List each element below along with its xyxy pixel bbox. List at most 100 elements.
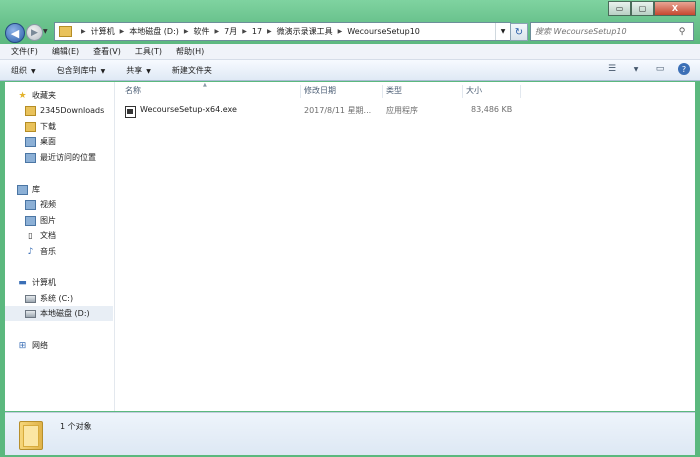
breadcrumb-item[interactable]: 软件 <box>194 26 210 37</box>
search-icon[interactable]: ⚲ <box>675 25 689 39</box>
drive-icon <box>25 309 36 319</box>
breadcrumb-separator-icon[interactable]: ▶ <box>184 28 189 35</box>
sidebar-label: 库 <box>32 185 40 194</box>
breadcrumb-item[interactable]: 微演示录课工具 <box>277 26 333 37</box>
organize-label: 组织 <box>11 65 27 75</box>
breadcrumb-separator-icon[interactable]: ▶ <box>81 28 86 35</box>
title-bar: ▭ ▢ X <box>0 0 700 20</box>
view-options-icon[interactable]: ☰ <box>606 63 618 75</box>
breadcrumb-item[interactable]: 本地磁盘 (D:) <box>129 26 179 37</box>
column-divider[interactable] <box>462 85 463 98</box>
sidebar-item-music[interactable]: ♪ 音乐 <box>25 244 133 259</box>
details-pane: 1 个对象 <box>5 412 695 455</box>
document-icon: ▯ <box>28 231 33 240</box>
sidebar-item-recent-places[interactable]: 最近访问的位置 <box>25 150 133 165</box>
view-dropdown-icon[interactable]: ▼ <box>630 63 642 75</box>
chevron-down-icon: ▼ <box>100 67 106 75</box>
recent-pages-dropdown[interactable]: ▼ <box>43 28 48 35</box>
breadcrumb-separator-icon[interactable]: ▶ <box>242 28 247 35</box>
network-icon: ⊞ <box>18 340 27 351</box>
breadcrumb-item[interactable]: 计算机 <box>91 26 115 37</box>
forward-arrow-icon: ▶ <box>31 27 38 38</box>
menu-file[interactable]: 文件(F) <box>4 46 45 57</box>
file-row[interactable]: WecourseSetup-x64.exe 2017/8/11 星期... 应用… <box>125 105 525 119</box>
breadcrumb-separator-icon[interactable]: ▶ <box>120 28 125 35</box>
sidebar-item-system-c[interactable]: 系统 (C:) <box>25 291 133 306</box>
chevron-down-icon: ▼ <box>31 67 36 75</box>
minimize-button[interactable]: ▭ <box>608 1 631 16</box>
file-size: 83,486 KB <box>471 105 513 114</box>
column-divider[interactable] <box>520 85 521 98</box>
content-area: ★ 收藏夹 2345Downloads 下载 桌面 最近访问的位置 库 视频 图… <box>5 82 695 411</box>
sidebar-computer[interactable]: ▬ 计算机 <box>17 275 125 290</box>
breadcrumb-separator-icon[interactable]: ▶ <box>267 28 272 35</box>
breadcrumb-separator-icon[interactable]: ▶ <box>338 28 343 35</box>
include-in-library-button[interactable]: 包含到库中 ▼ <box>57 65 106 76</box>
column-header-date[interactable]: 修改日期 <box>304 85 336 99</box>
share-button[interactable]: 共享 ▼ <box>126 65 151 76</box>
menu-bar: 文件(F) 编辑(E) 查看(V) 工具(T) 帮助(H) <box>0 44 700 60</box>
address-dropdown-icon[interactable]: ▼ <box>495 23 510 40</box>
libraries-icon <box>17 184 28 195</box>
sidebar-label: 视频 <box>40 200 56 209</box>
column-divider[interactable] <box>300 85 301 98</box>
share-label: 共享 <box>126 65 143 75</box>
search-input[interactable] <box>531 26 675 37</box>
back-arrow-icon: ◀ <box>10 26 20 40</box>
sidebar-label: 下载 <box>40 122 56 131</box>
close-button[interactable]: X <box>654 1 696 16</box>
explorer-window: ▭ ▢ X ◀ ▶ ▼ ▶ 计算机 ▶ 本地磁盘 (D:) ▶ 软件 ▶ 7月 … <box>0 0 700 457</box>
sidebar-label: 网络 <box>32 341 48 350</box>
maximize-button[interactable]: ▢ <box>631 1 654 16</box>
sidebar-item-documents[interactable]: ▯ 文档 <box>25 228 133 243</box>
help-icon[interactable]: ? <box>678 63 690 75</box>
file-name: WecourseSetup-x64.exe <box>140 105 237 114</box>
sidebar-label: 桌面 <box>40 137 56 146</box>
pictures-icon <box>25 215 36 226</box>
application-icon <box>125 106 136 118</box>
file-date: 2017/8/11 星期... <box>304 106 372 115</box>
menu-help[interactable]: 帮助(H) <box>169 46 211 57</box>
sidebar-item-pictures[interactable]: 图片 <box>25 213 133 228</box>
sidebar-label: 音乐 <box>40 247 56 256</box>
back-button[interactable]: ◀ <box>5 23 25 43</box>
computer-icon: ▬ <box>18 277 27 288</box>
breadcrumb-item-current[interactable]: WecourseSetup10 <box>347 27 420 36</box>
file-list: 名称 ▲ 修改日期 类型 大小 WecourseSetup-x64.exe 20… <box>118 82 695 411</box>
column-header-type[interactable]: 类型 <box>386 85 402 99</box>
preview-pane-icon[interactable]: ▭ <box>654 63 666 75</box>
sidebar-item-desktop[interactable]: 桌面 <box>25 134 133 149</box>
breadcrumb-item[interactable]: 7月 <box>224 26 237 37</box>
desktop-icon <box>25 136 36 147</box>
sidebar-label: 文档 <box>40 231 56 240</box>
sidebar-label: 2345Downloads <box>40 106 105 115</box>
chevron-down-icon: ▼ <box>146 67 151 75</box>
forward-button[interactable]: ▶ <box>26 24 43 41</box>
sidebar-item-videos[interactable]: 视频 <box>25 197 133 212</box>
new-folder-button[interactable]: 新建文件夹 <box>172 65 212 76</box>
menu-tools[interactable]: 工具(T) <box>128 46 169 57</box>
file-type: 应用程序 <box>386 106 418 115</box>
menu-edit[interactable]: 编辑(E) <box>45 46 86 57</box>
sidebar-item-2345downloads[interactable]: 2345Downloads <box>25 103 133 118</box>
folder-icon <box>19 421 43 450</box>
column-divider[interactable] <box>382 85 383 98</box>
menu-view[interactable]: 查看(V) <box>86 46 128 57</box>
sidebar-libraries[interactable]: 库 <box>17 182 125 197</box>
sidebar-item-downloads[interactable]: 下载 <box>25 119 133 134</box>
refresh-button[interactable]: ↻ <box>510 23 528 41</box>
column-header-size[interactable]: 大小 <box>466 85 482 99</box>
breadcrumb-separator-icon[interactable]: ▶ <box>215 28 220 35</box>
navigation-pane: ★ 收藏夹 2345Downloads 下载 桌面 最近访问的位置 库 视频 图… <box>5 82 115 411</box>
search-box[interactable]: ⚲ <box>530 22 694 41</box>
folder-icon <box>25 105 36 116</box>
sidebar-item-local-disk-d[interactable]: 本地磁盘 (D:) <box>5 306 113 321</box>
sidebar-label: 系统 (C:) <box>40 294 74 303</box>
breadcrumb-item[interactable]: 17 <box>252 27 262 36</box>
column-header-name[interactable]: 名称 <box>125 85 141 99</box>
sidebar-favorites[interactable]: ★ 收藏夹 <box>17 88 125 103</box>
download-folder-icon <box>25 121 36 132</box>
sidebar-network[interactable]: ⊞ 网络 <box>17 338 125 353</box>
organize-button[interactable]: 组织 ▼ <box>11 65 36 76</box>
address-bar[interactable]: ▶ 计算机 ▶ 本地磁盘 (D:) ▶ 软件 ▶ 7月 ▶ 17 ▶ 微演示录课… <box>54 22 511 41</box>
